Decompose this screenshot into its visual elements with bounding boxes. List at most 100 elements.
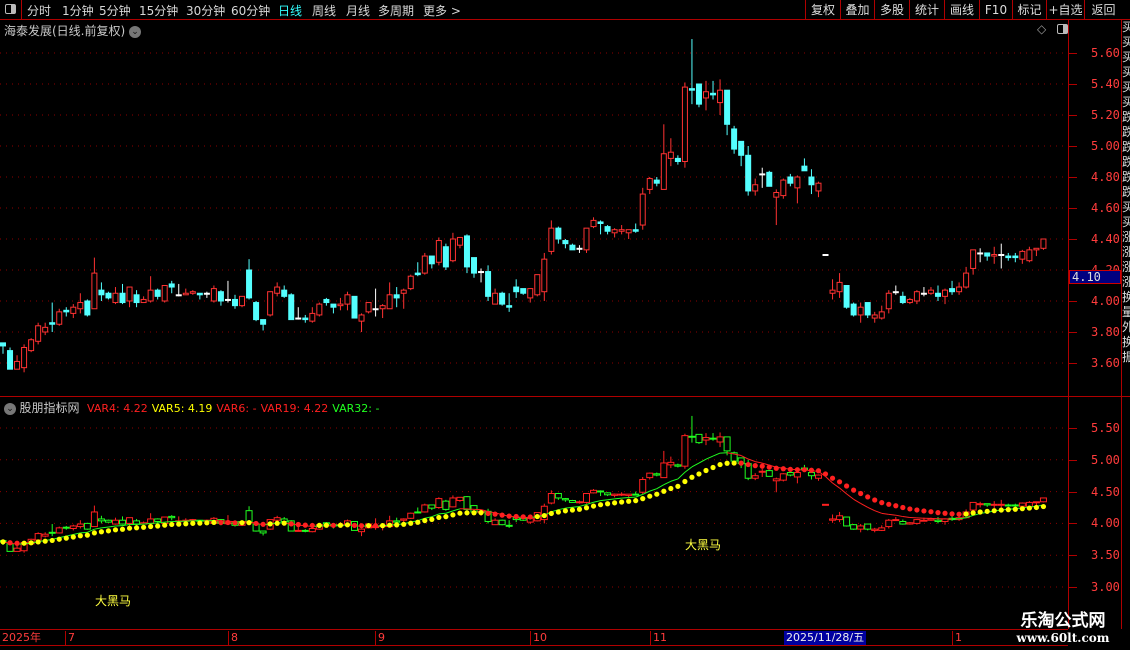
candle-body: [119, 519, 127, 525]
side-panel-strip[interactable]: 买买买买买买跌跌跌跌跌跌买买涨涨涨涨换量外换振: [1122, 20, 1130, 630]
period-tab[interactable]: 60分钟: [231, 2, 270, 19]
period-tab[interactable]: 多周期: [378, 2, 414, 19]
candle-body: [857, 306, 864, 316]
ma-line-segment: [860, 502, 868, 508]
candle-body: [822, 503, 830, 506]
ma-line-segment: [874, 510, 882, 514]
toolbar-button[interactable]: 复权: [805, 0, 840, 20]
candle-body: [1019, 250, 1026, 260]
candle-body: [260, 319, 267, 325]
candle-body: [435, 240, 442, 263]
trend-dot: [443, 514, 449, 520]
candle-body: [857, 525, 865, 530]
period-tab[interactable]: 30分钟: [186, 2, 225, 19]
price-tick-label: 3.60: [1091, 356, 1120, 370]
toolbar-button[interactable]: 返回: [1084, 0, 1122, 20]
candle-body: [1005, 255, 1012, 259]
ma-line-segment: [607, 498, 615, 501]
candle-body: [850, 524, 858, 530]
candle-body: [133, 294, 140, 304]
candle-body: [491, 519, 499, 526]
toolbar-button[interactable]: F10: [979, 0, 1012, 20]
trend-dot: [583, 505, 590, 511]
candle-body: [337, 303, 344, 307]
candle-body: [168, 283, 175, 288]
candle-body: [253, 302, 260, 321]
candle-body: [906, 298, 913, 304]
candlestick-chart[interactable]: [0, 20, 1068, 396]
candle-body: [295, 317, 302, 320]
period-tab[interactable]: 1分钟: [62, 2, 94, 19]
candle-body: [126, 517, 134, 524]
candle-body: [372, 308, 379, 311]
candle-body: [379, 305, 386, 310]
candle-body: [751, 475, 759, 479]
trend-dot: [914, 507, 920, 513]
candle-body: [97, 518, 105, 522]
trend-dot: [267, 521, 273, 527]
candle-body: [414, 511, 422, 514]
panel-toggle-button[interactable]: [0, 0, 22, 20]
period-tab[interactable]: 日线: [278, 2, 302, 19]
candle-body: [793, 472, 801, 478]
candle-body: [288, 294, 295, 321]
price-tick: [1069, 239, 1077, 240]
trend-dot: [274, 520, 280, 526]
candle-body: [983, 503, 991, 506]
candle-body: [308, 527, 316, 533]
toolbar-button[interactable]: 画线: [944, 0, 979, 20]
candle-body: [977, 252, 984, 255]
candle-body: [822, 254, 829, 256]
trend-dot: [422, 517, 428, 524]
candle-body: [358, 314, 365, 322]
trend-dot: [836, 479, 843, 485]
candle-body: [758, 470, 766, 473]
indicator-name[interactable]: 股朋指标网: [20, 401, 80, 415]
indicator-chart[interactable]: [0, 397, 1068, 629]
toolbar-button[interactable]: 统计: [909, 0, 944, 20]
trend-dot: [190, 520, 196, 526]
period-tab[interactable]: 5分钟: [99, 2, 131, 19]
panel-icon: [5, 4, 16, 14]
period-tab[interactable]: 更多 >: [423, 2, 461, 19]
candle-body: [161, 285, 168, 302]
ma-line-segment: [614, 497, 622, 500]
trend-dot: [520, 514, 526, 520]
trend-dot: [900, 504, 906, 511]
candle-body: [934, 519, 942, 522]
period-tab[interactable]: 周线: [312, 2, 336, 19]
candle-body: [35, 325, 42, 342]
price-tick-label: 4.60: [1091, 201, 1120, 215]
candle-body: [69, 525, 77, 529]
toolbar-button[interactable]: +自选: [1046, 0, 1084, 20]
candle-body: [414, 272, 421, 276]
period-tab[interactable]: 15分钟: [139, 2, 178, 19]
candle-body: [618, 493, 626, 496]
trend-dot: [91, 530, 97, 536]
candle-body: [850, 303, 857, 316]
trend-dot: [351, 522, 358, 528]
period-tab[interactable]: 月线: [346, 2, 370, 19]
trend-dot: [35, 539, 41, 545]
toolbar-button[interactable]: 叠加: [840, 0, 874, 20]
candle-body: [407, 512, 415, 519]
trend-dot: [724, 460, 730, 466]
candle-body: [1004, 504, 1012, 507]
trend-dot: [183, 521, 189, 527]
trend-dot: [21, 540, 27, 546]
candle-body: [301, 529, 309, 532]
trend-dot: [766, 464, 772, 470]
panel-divider[interactable]: [0, 396, 1130, 397]
candle-body: [913, 519, 921, 524]
trend-dot: [597, 502, 604, 508]
toolbar-button[interactable]: 标记: [1012, 0, 1046, 20]
chevron-down-icon[interactable]: ⌄: [4, 403, 16, 415]
trend-dot: [387, 522, 393, 528]
toolbar-button[interactable]: 多股: [874, 0, 909, 20]
indicator-var: VAR32: -: [332, 402, 380, 415]
trend-dot: [77, 533, 83, 539]
candle-body: [990, 503, 998, 506]
trend-dot: [499, 512, 505, 518]
period-tab[interactable]: 分时: [27, 2, 51, 19]
candle-body: [702, 437, 710, 441]
